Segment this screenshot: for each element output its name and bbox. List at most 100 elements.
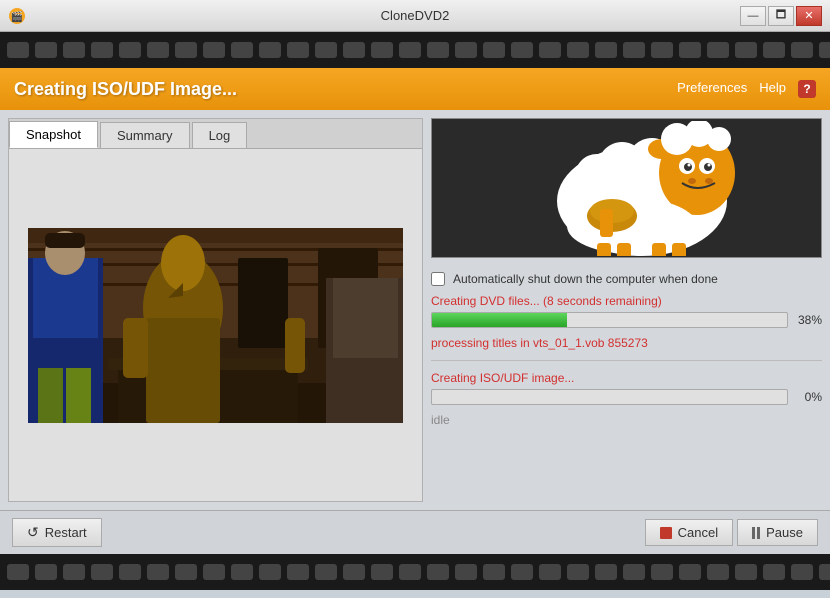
filmstrip-holes bbox=[0, 42, 830, 58]
film-hole bbox=[483, 564, 505, 580]
film-hole bbox=[259, 42, 281, 58]
preferences-link[interactable]: Preferences bbox=[677, 80, 747, 98]
app-icon: 🎬 bbox=[8, 7, 26, 25]
header-title: Creating ISO/UDF Image... bbox=[14, 79, 237, 100]
header-links: Preferences Help ? bbox=[677, 80, 816, 98]
film-hole bbox=[119, 564, 141, 580]
film-hole bbox=[651, 42, 673, 58]
tab-snapshot[interactable]: Snapshot bbox=[9, 121, 98, 148]
snapshot-area bbox=[9, 149, 422, 501]
bottom-bar: ↺ Restart Cancel Pause bbox=[0, 510, 830, 554]
cancel-label: Cancel bbox=[678, 525, 718, 540]
film-hole bbox=[791, 42, 813, 58]
film-hole bbox=[147, 42, 169, 58]
progress-dvd-row: 38% bbox=[431, 312, 822, 328]
film-hole bbox=[203, 564, 225, 580]
restart-button[interactable]: ↺ Restart bbox=[12, 518, 102, 547]
film-hole bbox=[567, 564, 589, 580]
separator bbox=[431, 360, 822, 361]
restart-label: Restart bbox=[45, 525, 87, 540]
main-content: Snapshot Summary Log bbox=[0, 110, 830, 510]
film-hole bbox=[147, 564, 169, 580]
status-text: idle bbox=[431, 413, 822, 427]
progress-iso-bar-bg bbox=[431, 389, 788, 405]
film-hole bbox=[623, 42, 645, 58]
film-hole bbox=[511, 564, 533, 580]
film-hole bbox=[455, 42, 477, 58]
sheep-mascot bbox=[467, 121, 787, 256]
header-bar: Creating ISO/UDF Image... Preferences He… bbox=[0, 68, 830, 110]
right-panel: Automatically shut down the computer whe… bbox=[431, 118, 822, 502]
action-buttons: Cancel Pause bbox=[645, 519, 818, 546]
sheep-logo-area bbox=[431, 118, 822, 258]
film-hole bbox=[735, 564, 757, 580]
film-hole bbox=[35, 564, 57, 580]
svg-text:🎬: 🎬 bbox=[11, 10, 23, 23]
film-hole bbox=[539, 564, 561, 580]
tab-bar: Snapshot Summary Log bbox=[9, 119, 422, 149]
film-hole bbox=[35, 42, 57, 58]
film-hole bbox=[567, 42, 589, 58]
titlebar: 🎬 CloneDVD2 — 🗖 ✕ bbox=[0, 0, 830, 32]
film-hole bbox=[763, 564, 785, 580]
film-hole bbox=[287, 42, 309, 58]
film-hole bbox=[399, 564, 421, 580]
cancel-icon bbox=[660, 527, 672, 539]
progress-iso-row: 0% bbox=[431, 389, 822, 405]
maximize-button[interactable]: 🗖 bbox=[768, 6, 794, 26]
filmstrip-holes-bottom bbox=[0, 564, 830, 580]
film-hole bbox=[371, 564, 393, 580]
progress-iso-section: Creating ISO/UDF image... 0% bbox=[431, 371, 822, 405]
film-hole bbox=[315, 564, 337, 580]
film-hole bbox=[343, 42, 365, 58]
film-hole bbox=[427, 42, 449, 58]
film-hole bbox=[7, 42, 29, 58]
film-hole bbox=[819, 564, 830, 580]
film-hole bbox=[315, 42, 337, 58]
film-hole bbox=[595, 42, 617, 58]
window-title: CloneDVD2 bbox=[0, 8, 830, 23]
film-hole bbox=[91, 564, 113, 580]
film-hole bbox=[175, 42, 197, 58]
film-hole bbox=[287, 564, 309, 580]
film-hole bbox=[735, 42, 757, 58]
pause-bar-2 bbox=[757, 527, 760, 539]
progress-dvd-section: Creating DVD files... (8 seconds remaini… bbox=[431, 294, 822, 328]
help-link[interactable]: Help bbox=[759, 80, 786, 98]
film-hole bbox=[511, 42, 533, 58]
pause-icon bbox=[752, 527, 760, 539]
film-hole bbox=[259, 564, 281, 580]
film-hole bbox=[399, 42, 421, 58]
auto-shutdown-label: Automatically shut down the computer whe… bbox=[453, 272, 718, 286]
film-hole bbox=[483, 42, 505, 58]
help-badge[interactable]: ? bbox=[798, 80, 816, 98]
film-hole bbox=[707, 564, 729, 580]
film-hole bbox=[63, 42, 85, 58]
restart-icon: ↺ bbox=[27, 524, 39, 541]
film-hole bbox=[91, 42, 113, 58]
film-hole bbox=[763, 42, 785, 58]
progress-dvd-bar-fill bbox=[432, 313, 567, 327]
auto-shutdown-checkbox[interactable] bbox=[431, 272, 445, 286]
cancel-button[interactable]: Cancel bbox=[645, 519, 733, 546]
processing-text: processing titles in vts_01_1.vob 855273 bbox=[431, 336, 822, 350]
pause-bar-1 bbox=[752, 527, 755, 539]
progress-iso-pct: 0% bbox=[794, 390, 822, 404]
tab-summary[interactable]: Summary bbox=[100, 122, 190, 148]
film-hole bbox=[371, 42, 393, 58]
film-hole bbox=[343, 564, 365, 580]
film-hole bbox=[63, 564, 85, 580]
minimize-button[interactable]: — bbox=[740, 6, 766, 26]
progress-iso-label: Creating ISO/UDF image... bbox=[431, 371, 822, 385]
film-hole bbox=[7, 564, 29, 580]
film-hole bbox=[539, 42, 561, 58]
tab-log[interactable]: Log bbox=[192, 122, 248, 148]
film-hole bbox=[819, 42, 830, 58]
pause-button[interactable]: Pause bbox=[737, 519, 818, 546]
film-hole bbox=[791, 564, 813, 580]
close-button[interactable]: ✕ bbox=[796, 6, 822, 26]
film-hole bbox=[203, 42, 225, 58]
filmstrip-top bbox=[0, 32, 830, 68]
film-hole bbox=[651, 564, 673, 580]
progress-dvd-bar-bg bbox=[431, 312, 788, 328]
